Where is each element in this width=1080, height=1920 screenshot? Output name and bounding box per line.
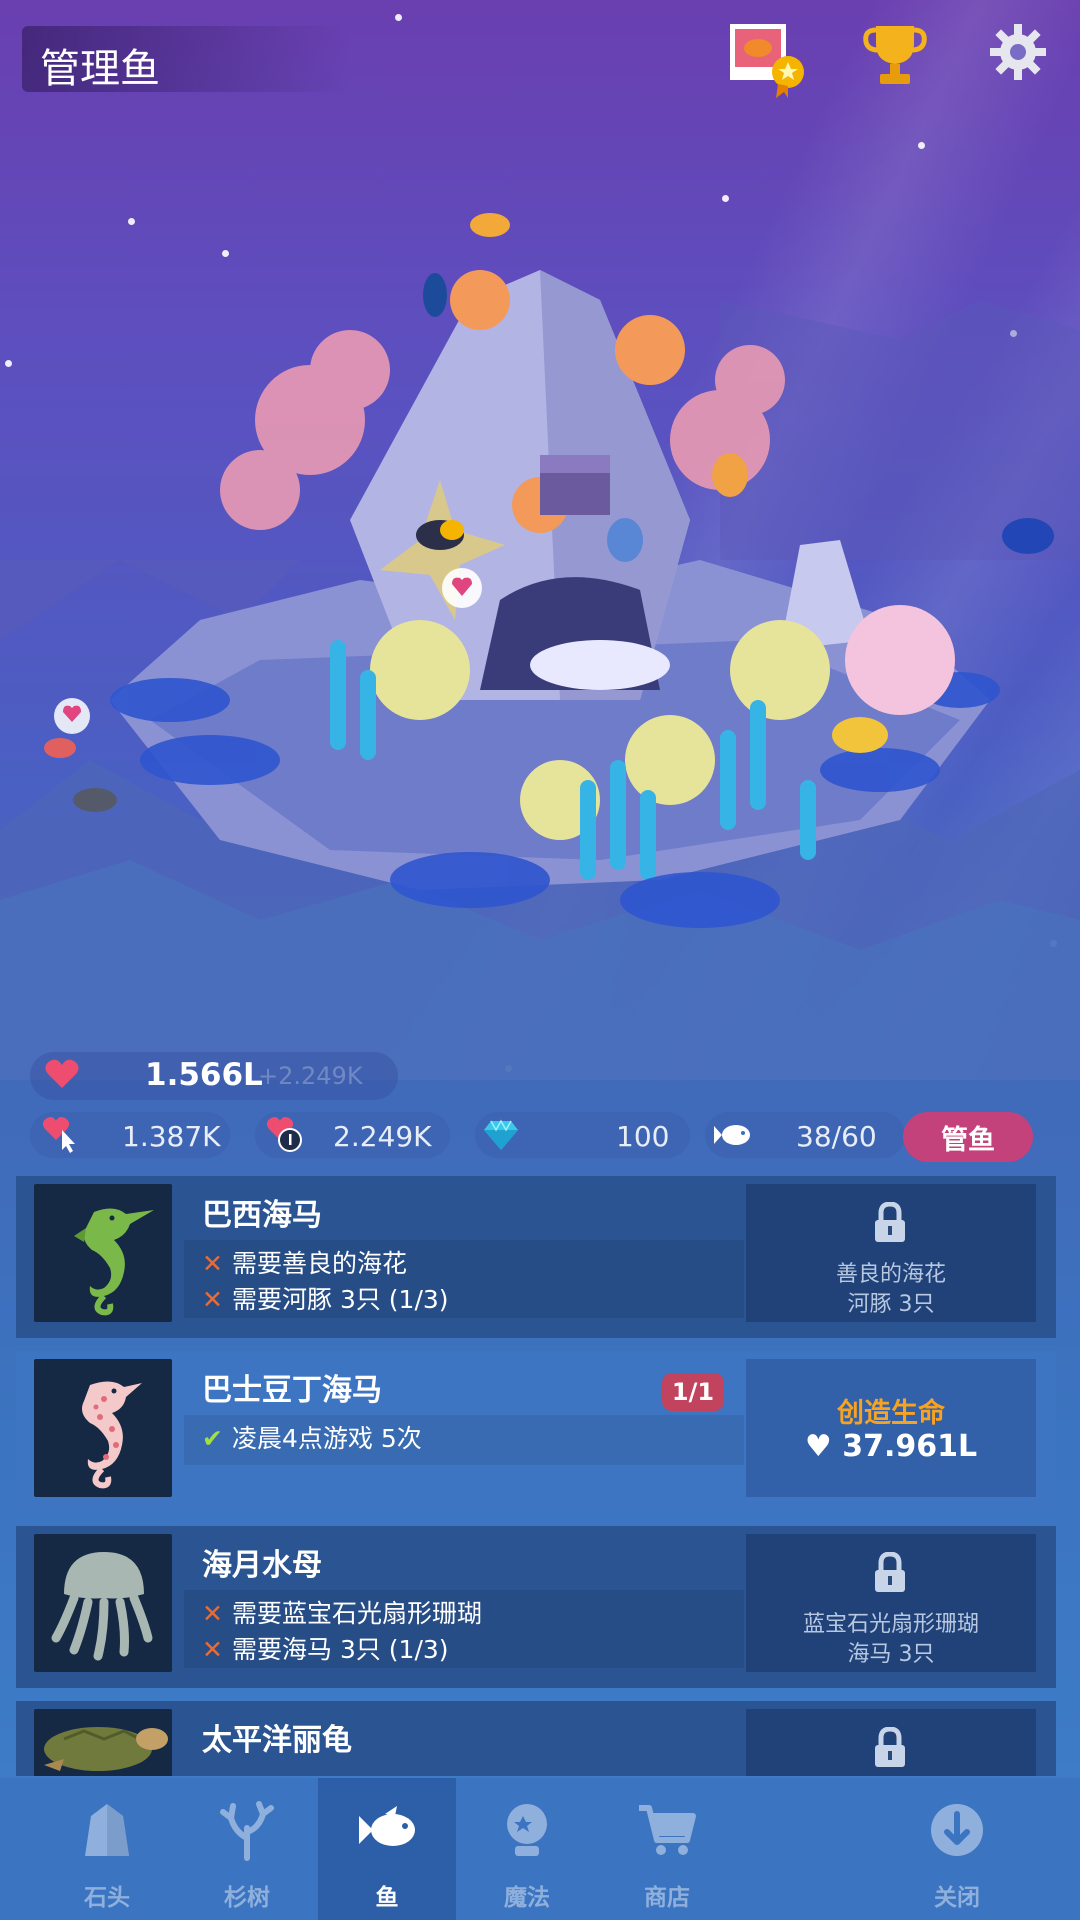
title-bar: 管理鱼	[22, 26, 352, 92]
lock-icon	[875, 1552, 905, 1592]
fish-count-icon	[714, 1125, 750, 1145]
nav-label: 商店	[644, 1885, 690, 1911]
heart-icon: ♥	[804, 1429, 832, 1464]
cross-icon: ✕	[202, 1599, 223, 1628]
unlock-condition: 河豚 3只	[847, 1292, 935, 1317]
requirement-text: 凌晨4点游戏 5次	[232, 1424, 422, 1453]
requirement-item: ✕ 需要河豚 3只 (1/3)	[202, 1280, 449, 1316]
photo-album-icon[interactable]	[728, 22, 804, 98]
cross-icon: ✕	[202, 1285, 223, 1314]
manage-fish-button[interactable]: 管鱼	[903, 1112, 1033, 1162]
trophy-icon[interactable]	[862, 22, 928, 88]
reef-island-illustration	[0, 213, 1080, 1080]
seahorse-green-thumbnail	[34, 1184, 172, 1322]
tap-heart-icon	[42, 1117, 75, 1153]
requirement-item: ✕ 需要海马 3只 (1/3)	[202, 1630, 449, 1666]
requirement-item: ✔ 凌晨4点游戏 5次	[202, 1419, 422, 1455]
cost-value: 37.961L	[842, 1429, 978, 1464]
nav-close[interactable]: 关闭	[888, 1778, 1026, 1920]
cross-icon: ✕	[202, 1635, 223, 1664]
unlock-condition: 善良的海花	[835, 1262, 946, 1287]
requirement-text: 需要善良的海花	[232, 1249, 408, 1278]
gems-value: 100	[616, 1120, 670, 1153]
page-title: 管理鱼	[40, 46, 160, 92]
fish-list[interactable]: 巴西海马 ✕ 需要善良的海花 ✕ 需要河豚 3只 (1/3) 善良的海花 河豚 3只…	[16, 1176, 1056, 1776]
aquarium-scene[interactable]	[0, 0, 1080, 1080]
cart-icon	[639, 1805, 696, 1855]
nav-fish[interactable]: 鱼	[318, 1778, 456, 1920]
close-down-icon	[931, 1804, 983, 1856]
diamond-icon[interactable]	[483, 1119, 519, 1151]
locked-panel[interactable]: 善良的海花 河豚 3只	[746, 1184, 1036, 1322]
locked-panel[interactable]	[746, 1709, 1036, 1776]
locked-panel[interactable]: 蓝宝石光扇形珊瑚 海马 3只	[746, 1534, 1036, 1672]
nav-label: 魔法	[504, 1885, 550, 1911]
fish-name: 海月水母	[202, 1548, 322, 1583]
nav-label: 石头	[84, 1885, 130, 1911]
heart-icon	[45, 1059, 79, 1088]
fish-row[interactable]: 巴士豆丁海马 1/1 ✔ 凌晨4点游戏 5次 创造生命 ♥ 37.961L	[16, 1351, 1056, 1513]
lock-icon	[875, 1202, 905, 1242]
seahorse-pink-thumbnail	[34, 1359, 172, 1497]
tap-love-value: 1.387K	[122, 1120, 221, 1153]
settings-gear-icon[interactable]	[988, 22, 1054, 88]
create-life-label: 创造生命	[837, 1398, 945, 1429]
requirement-text: 需要河豚 3只 (1/3)	[232, 1285, 449, 1314]
nav-magic[interactable]: 魔法	[458, 1778, 596, 1920]
fish-count-value: 38/60	[796, 1120, 877, 1153]
nav-label: 关闭	[934, 1885, 980, 1911]
coral-icon	[220, 1801, 274, 1861]
nav-shop[interactable]: 商店	[598, 1778, 736, 1920]
check-icon: ✔	[202, 1424, 223, 1453]
rock-icon	[85, 1804, 129, 1856]
love-per-second-value: 2.249K	[333, 1120, 432, 1153]
fish-row[interactable]: 巴西海马 ✕ 需要善良的海花 ✕ 需要河豚 3只 (1/3) 善良的海花 河豚 3只	[16, 1176, 1056, 1338]
heart-timer-icon	[266, 1117, 302, 1152]
fish-count-badge: 1/1	[662, 1373, 724, 1411]
fish-name: 太平洋丽龟	[202, 1723, 352, 1758]
bottom-nav: 石头 杉树 鱼 魔法 商店 关闭	[0, 1778, 1080, 1920]
lock-icon	[875, 1727, 905, 1767]
create-life-button[interactable]: 创造生命 ♥ 37.961L	[746, 1359, 1036, 1497]
nav-coral[interactable]: 杉树	[178, 1778, 316, 1920]
fish-icon	[359, 1806, 415, 1846]
love-rate: +2.249K	[258, 1062, 363, 1090]
requirement-item: ✕ 需要蓝宝石光扇形珊瑚	[202, 1594, 482, 1630]
fish-row[interactable]: 海月水母 ✕ 需要蓝宝石光扇形珊瑚 ✕ 需要海马 3只 (1/3) 蓝宝石光扇形珊瑚…	[16, 1526, 1056, 1688]
magic-orb-icon	[507, 1804, 547, 1856]
turtle-thumbnail	[34, 1709, 172, 1776]
fish-name: 巴西海马	[202, 1198, 322, 1233]
requirement-text: 需要海马 3只 (1/3)	[232, 1635, 449, 1664]
nav-rock[interactable]: 石头	[38, 1778, 176, 1920]
fish-row[interactable]: 太平洋丽龟	[16, 1701, 1056, 1776]
create-life-cost: ♥ 37.961L	[746, 1429, 1036, 1464]
unlock-condition: 海马 3只	[847, 1642, 935, 1667]
cross-icon: ✕	[202, 1249, 223, 1278]
unlock-condition: 蓝宝石光扇形珊瑚	[802, 1612, 979, 1637]
requirement-item: ✕ 需要善良的海花	[202, 1244, 407, 1280]
nav-label: 鱼	[375, 1885, 399, 1911]
love-value: 1.566L	[145, 1057, 263, 1093]
jellyfish-thumbnail	[34, 1534, 172, 1672]
fish-name: 巴士豆丁海马	[202, 1373, 382, 1408]
nav-label: 杉树	[224, 1885, 270, 1911]
requirement-text: 需要蓝宝石光扇形珊瑚	[232, 1599, 483, 1628]
